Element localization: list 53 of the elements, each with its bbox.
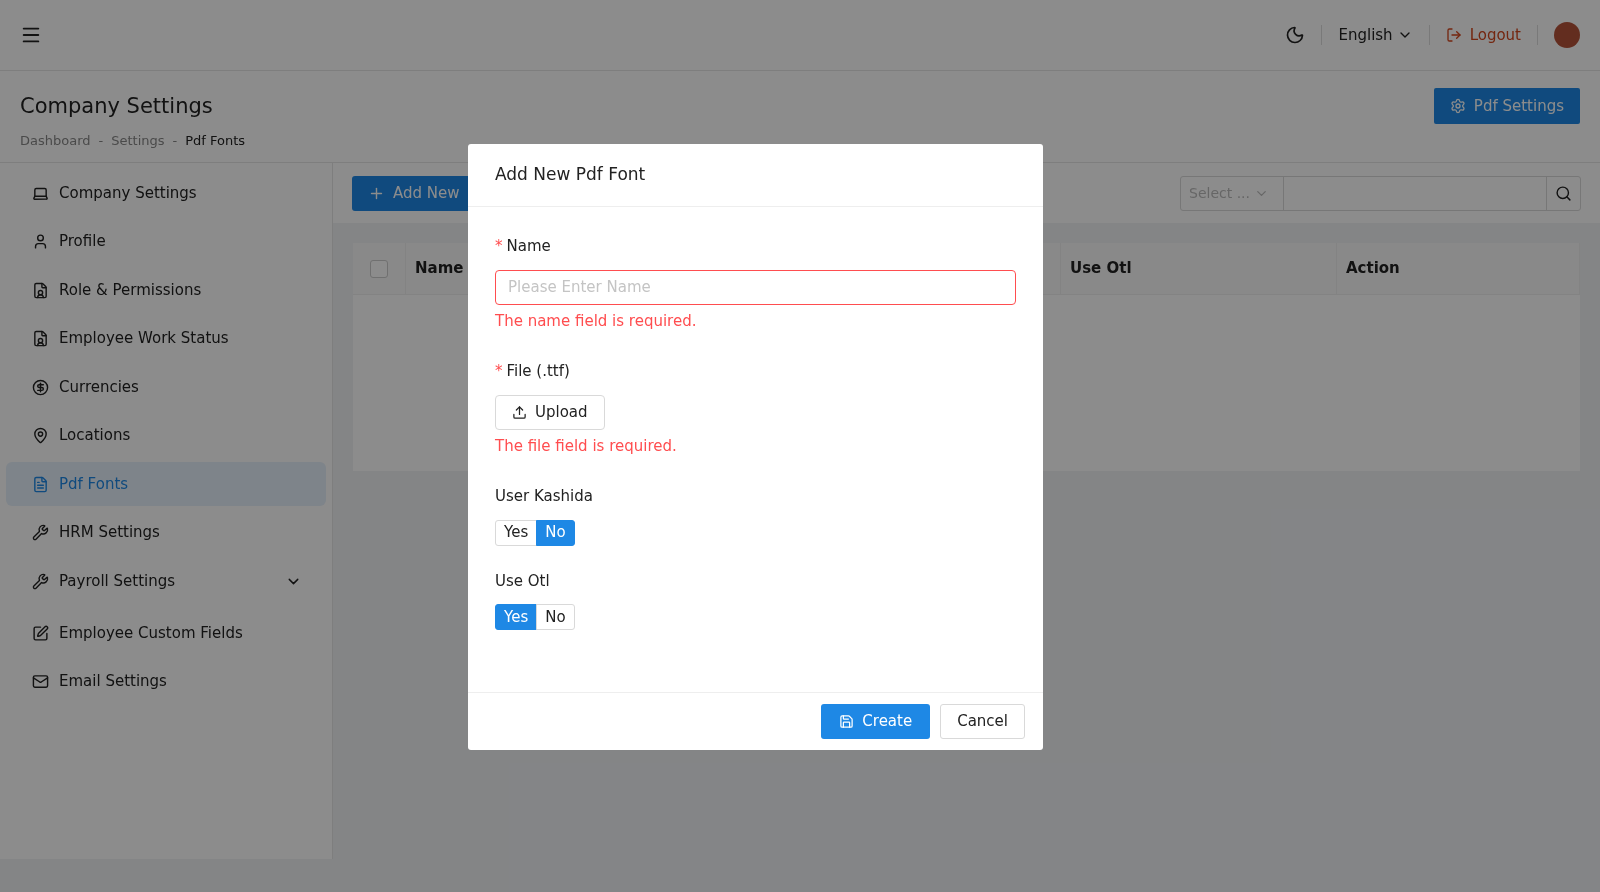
breadcrumb-separator: - xyxy=(172,131,178,150)
field-label: User Kashida xyxy=(495,486,593,507)
settings-icon xyxy=(1449,98,1466,114)
field-label: File (.ttf) xyxy=(506,361,570,382)
sidebar-item[interactable]: Currencies xyxy=(6,365,326,409)
breadcrumb-separator: - xyxy=(98,131,104,150)
document-user-icon xyxy=(32,330,49,347)
dark-mode-icon[interactable] xyxy=(1285,25,1306,45)
toggle-option[interactable]: Yes xyxy=(495,604,538,630)
save-icon xyxy=(839,714,855,729)
field-label: Use Otl xyxy=(495,570,550,592)
mail-icon xyxy=(32,673,49,690)
logout-link[interactable]: Logout xyxy=(1445,23,1521,47)
upload-button[interactable]: Upload xyxy=(495,394,605,430)
column-header: Name xyxy=(415,258,464,280)
toggle-option[interactable]: No xyxy=(536,519,575,546)
toggle-option[interactable]: Yes xyxy=(495,519,538,546)
dollar-icon xyxy=(32,378,49,396)
sidebar-item[interactable]: Role & Permissions xyxy=(6,268,326,312)
required-asterisk: * xyxy=(495,361,503,382)
sidebar-item[interactable]: Profile xyxy=(6,219,326,264)
required-asterisk: * xyxy=(495,236,503,257)
create-button[interactable]: Create xyxy=(821,704,931,739)
sidebar-item[interactable]: Company Settings xyxy=(6,171,326,215)
sidebar-item[interactable]: Locations xyxy=(6,413,326,458)
sidebar-item[interactable]: Employee Custom Fields xyxy=(6,611,326,655)
upload-icon xyxy=(512,404,527,420)
sidebar-item[interactable]: Payroll Settings xyxy=(6,559,326,603)
edit-icon xyxy=(32,624,49,642)
sidebar-item[interactable]: Employee Work Status xyxy=(6,316,326,361)
document-user-icon xyxy=(32,281,49,299)
column-header: Use Otl xyxy=(1070,258,1132,280)
error-message: The name field is required. xyxy=(495,310,698,332)
toggle-option[interactable]: No xyxy=(536,604,575,630)
logout-icon xyxy=(1445,27,1462,43)
user-icon xyxy=(32,233,49,250)
name-input[interactable]: Please Enter Name xyxy=(495,269,1016,305)
error-message: The file field is required. xyxy=(495,435,678,457)
avatar[interactable] xyxy=(1554,22,1580,48)
cancel-button[interactable]: Cancel xyxy=(940,704,1025,739)
language-dropdown[interactable]: English xyxy=(1338,23,1413,47)
select-all-checkbox[interactable] xyxy=(370,259,388,278)
sidebar-item[interactable]: Email Settings xyxy=(6,659,326,704)
wrench-icon xyxy=(32,572,49,590)
document-icon xyxy=(32,475,49,493)
location-pin-icon xyxy=(32,427,49,444)
column-header: Action xyxy=(1346,258,1400,280)
breadcrumb-link[interactable]: Pdf Fonts xyxy=(185,130,246,150)
page-title: Company Settings xyxy=(20,93,214,120)
modal-title: Add New Pdf Font xyxy=(495,163,646,187)
wrench-icon xyxy=(32,524,49,541)
field-label: Name xyxy=(506,236,551,257)
sidebar-item[interactable]: HRM Settings xyxy=(6,510,326,555)
